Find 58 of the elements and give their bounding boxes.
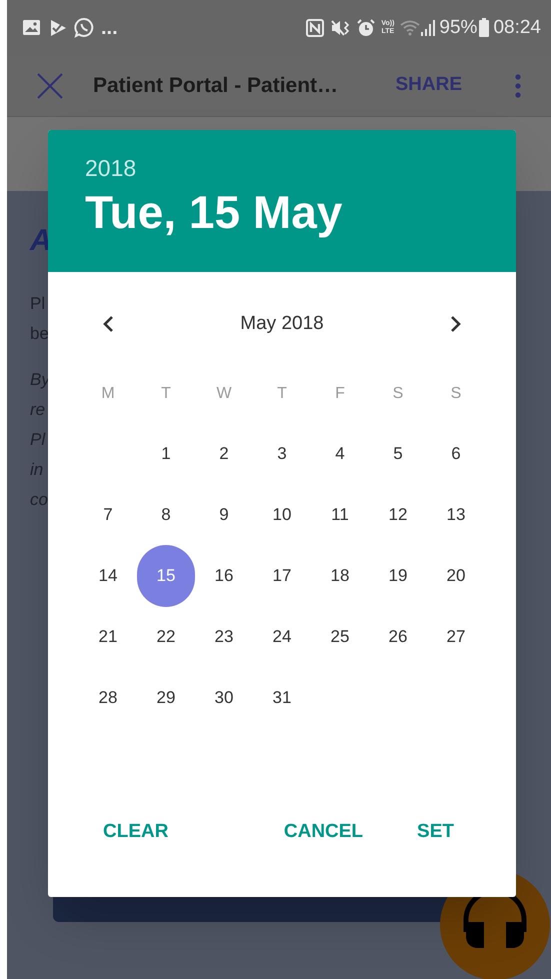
calendar-day[interactable]: 5 [378,434,418,474]
calendar-day[interactable]: 9 [204,494,244,534]
play-check-icon [49,18,68,36]
calendar-day[interactable]: 11 [320,494,360,534]
nfc-icon [306,18,324,36]
calendar-day[interactable]: 23 [204,616,244,656]
calendar-day[interactable]: 29 [146,678,186,718]
weekday-label: T [161,384,171,404]
wifi-icon [400,20,420,36]
calendar-day[interactable]: 25 [320,616,360,656]
page-title: Patient Portal - Patient… [93,72,338,99]
weekday-label: M [101,384,115,404]
calendar-day[interactable]: 27 [436,616,476,656]
next-month-icon[interactable] [450,315,462,333]
calendar-day[interactable]: 28 [88,678,128,718]
dialog-button[interactable]: CANCEL [268,812,380,852]
signal-icon [420,19,436,36]
selected-date: Tue, 15 May [85,185,342,240]
calendar-day[interactable]: 18 [320,556,360,596]
image-icon [22,19,41,36]
clock: 08:24 [493,18,541,37]
calendar-day[interactable]: 17 [262,556,302,596]
chat-bubble-icon [74,17,95,38]
alarm-icon [356,18,376,38]
calendar-day[interactable]: 7 [88,494,128,534]
calendar-day[interactable]: 21 [88,616,128,656]
more-notifications: ... [101,18,118,38]
calendar-day[interactable]: 31 [262,678,302,718]
dialog-button[interactable]: CLEAR [87,812,184,852]
calendar-day[interactable]: 2 [204,434,244,474]
calendar-day[interactable]: 13 [436,494,476,534]
calendar-day[interactable]: 3 [262,434,302,474]
calendar-day[interactable]: 1 [146,434,186,474]
month-label: May 2018 [240,312,324,336]
selected-day[interactable]: 15 [137,545,195,607]
weekday-label: F [335,384,345,404]
calendar-day[interactable]: 10 [262,494,302,534]
calendar-day[interactable]: 12 [378,494,418,534]
calendar-day[interactable]: 26 [378,616,418,656]
calendar-day[interactable]: 8 [146,494,186,534]
dialog-button[interactable]: SET [401,812,470,852]
battery-level: 95% [439,18,478,37]
previous-month-icon[interactable] [102,315,114,333]
calendar-day[interactable]: 4 [320,434,360,474]
calendar-day[interactable]: 22 [146,616,186,656]
calendar-day[interactable]: 19 [378,556,418,596]
calendar-day[interactable]: 30 [204,678,244,718]
weekday-label: S [392,384,404,404]
weekday-label: W [216,384,232,404]
calendar-day[interactable]: 6 [436,434,476,474]
calendar-day[interactable]: 24 [262,616,302,656]
calendar-day[interactable]: 14 [88,556,128,596]
calendar-day[interactable]: 16 [204,556,244,596]
calendar-day[interactable]: 20 [436,556,476,596]
weekday-label: S [450,384,462,404]
battery-icon [479,18,490,37]
mute-vibrate-icon [330,18,352,36]
weekday-label: T [277,384,287,404]
